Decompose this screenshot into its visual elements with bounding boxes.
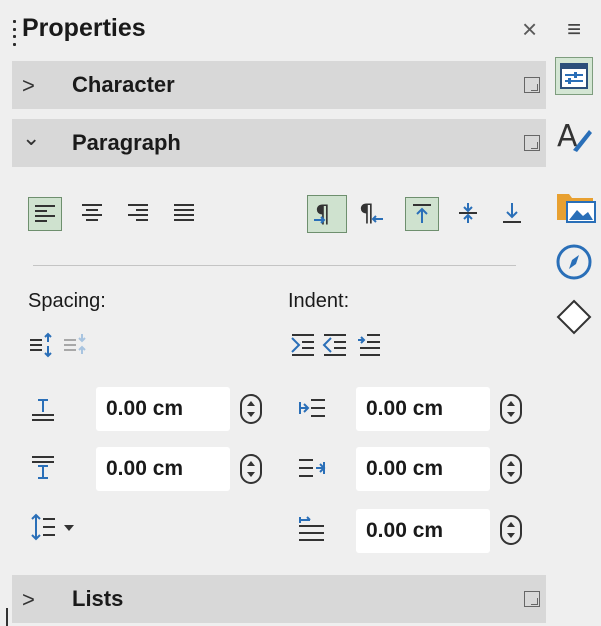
- sidebar-menu-icon[interactable]: ≡: [567, 16, 581, 44]
- align-justify-icon: [174, 204, 194, 221]
- tab-styles[interactable]: A: [555, 116, 593, 154]
- align-bottom-button[interactable]: [496, 197, 530, 231]
- right-to-left-icon: ¶: [359, 199, 383, 227]
- first-line-indent-icon: [299, 516, 324, 541]
- below-paragraph-spacing-field[interactable]: 0.00 cm: [96, 447, 230, 491]
- after-text-indent-icon: [299, 459, 326, 477]
- separator: [33, 265, 516, 266]
- properties-panel: Properties × > Character ⌄ Paragraph ¶ ¶…: [0, 0, 548, 626]
- svg-text:¶: ¶: [359, 199, 374, 227]
- svg-text:¶: ¶: [315, 200, 330, 228]
- above-paragraph-spacing-icon: [32, 399, 54, 421]
- section-character-header[interactable]: > Character: [12, 61, 546, 109]
- align-center-button[interactable]: [76, 197, 110, 231]
- below-paragraph-spacing-icon: [32, 456, 54, 479]
- first-line-spin-button[interactable]: [500, 515, 522, 545]
- decrease-indent-icon[interactable]: [322, 332, 348, 358]
- chevron-right-icon: >: [22, 587, 35, 612]
- section-lists-label: Lists: [72, 586, 124, 611]
- hanging-indent-icon[interactable]: [356, 332, 382, 358]
- above-paragraph-spacing-field[interactable]: 0.00 cm: [96, 387, 230, 431]
- increase-spacing-icon[interactable]: [28, 332, 54, 358]
- tab-properties[interactable]: [555, 57, 593, 95]
- line-spacing-dropdown[interactable]: [30, 513, 80, 543]
- first-line-indent-field[interactable]: 0.00 cm: [356, 509, 490, 553]
- section-character-label: Character: [72, 72, 175, 97]
- shapes-icon: [556, 299, 592, 335]
- tab-gallery[interactable]: [555, 186, 596, 224]
- align-bottom-icon: [503, 203, 521, 223]
- tab-navigator[interactable]: [555, 243, 593, 281]
- align-center-icon: [82, 204, 102, 221]
- more-options-icon[interactable]: [524, 591, 540, 607]
- more-options-icon[interactable]: [524, 135, 540, 151]
- below-spacing-spin-button[interactable]: [240, 454, 262, 484]
- navigator-icon: [556, 244, 592, 280]
- section-paragraph-label: Paragraph: [72, 130, 181, 155]
- tab-shapes[interactable]: [555, 298, 593, 336]
- more-options-icon[interactable]: [524, 77, 540, 93]
- align-right-button[interactable]: [122, 197, 156, 231]
- before-text-indent-icon: [299, 399, 325, 417]
- drag-handle[interactable]: [13, 20, 17, 46]
- align-middle-button[interactable]: [452, 197, 486, 231]
- close-icon[interactable]: ×: [522, 14, 537, 45]
- section-paragraph-header[interactable]: ⌄ Paragraph: [12, 119, 546, 167]
- spacing-label: Spacing:: [28, 290, 106, 312]
- above-spacing-spin-button[interactable]: [240, 394, 262, 424]
- properties-icon: [560, 63, 588, 89]
- left-to-right-icon: ¶: [314, 200, 330, 228]
- chevron-right-icon: >: [22, 73, 35, 98]
- panel-title: Properties: [22, 14, 146, 42]
- align-right-icon: [128, 204, 148, 221]
- chevron-down-icon: ⌄: [22, 125, 41, 150]
- before-text-spin-button[interactable]: [500, 394, 522, 424]
- right-to-left-button[interactable]: ¶: [353, 195, 393, 233]
- section-lists-header[interactable]: > Lists: [12, 575, 546, 623]
- after-text-indent-field[interactable]: 0.00 cm: [356, 447, 490, 491]
- after-text-spin-button[interactable]: [500, 454, 522, 484]
- align-justify-button[interactable]: [168, 197, 202, 231]
- decrease-spacing-icon[interactable]: [62, 332, 88, 358]
- text-cursor: [6, 608, 8, 626]
- align-middle-icon: [459, 203, 477, 223]
- align-left-button[interactable]: [28, 197, 62, 231]
- indent-label: Indent:: [288, 290, 350, 312]
- align-left-icon: [35, 205, 55, 222]
- align-top-button[interactable]: [405, 197, 439, 231]
- align-top-icon: [413, 204, 431, 223]
- line-spacing-icon: [31, 513, 55, 541]
- before-text-indent-field[interactable]: 0.00 cm: [356, 387, 490, 431]
- gallery-icon: [557, 194, 596, 223]
- left-to-right-button[interactable]: ¶: [307, 195, 347, 233]
- increase-indent-icon[interactable]: [290, 332, 316, 358]
- dropdown-arrow-icon: [64, 525, 74, 531]
- styles-icon: A: [557, 119, 592, 154]
